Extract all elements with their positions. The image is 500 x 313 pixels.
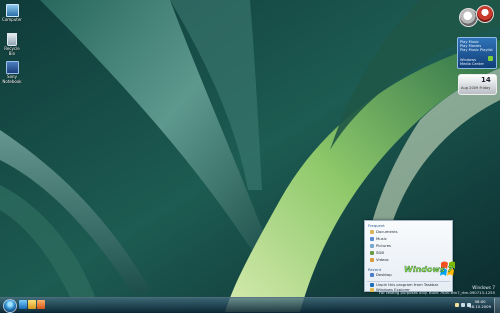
windows-build-watermark: Windows 7 For testing purposes only. Bui…: [379, 285, 495, 295]
build-details: For testing purposes only. Build 7600.wi…: [379, 289, 495, 295]
desktop-icon-recycle-bin[interactable]: Recycle Bin: [1, 33, 23, 56]
media-gadget-brand-sub: Media Center: [460, 62, 485, 66]
calendar-day: 14: [481, 76, 491, 84]
pictures-folder-icon: [370, 244, 374, 248]
media-center-gadget[interactable]: Play Music Play Movies Play Music Playli…: [457, 37, 497, 69]
jump-list-item-label: Documents: [376, 229, 398, 234]
calendar-gadget[interactable]: 14 Aug 2009 Friday: [458, 74, 497, 95]
jump-list-item-sdb[interactable]: SDB: [370, 250, 450, 256]
network-icon[interactable]: [461, 303, 465, 307]
svg-text:Windows 7: Windows 7: [404, 265, 453, 274]
desktop-icon-computer[interactable]: Computer: [1, 4, 23, 23]
jump-list-item-label: Music: [376, 236, 387, 241]
action-center-icon[interactable]: [455, 303, 459, 307]
jump-list-item-pictures[interactable]: Pictures: [370, 243, 450, 249]
jump-list-item-music[interactable]: Music: [370, 236, 450, 242]
recycle-bin-icon: [7, 33, 17, 46]
desktop-icon-label: Recycle Bin: [4, 46, 20, 56]
music-folder-icon: [370, 237, 374, 241]
people-gadget-icon[interactable]: [459, 8, 478, 27]
jump-list-item-label: Pictures: [376, 243, 392, 248]
ie-icon[interactable]: [19, 300, 27, 309]
taskbar-jump-list: Frequent Documents Music Pictures SDB Vi…: [364, 220, 453, 292]
jump-list-item-label: Videos: [376, 257, 389, 262]
contacts-gadget-icon[interactable]: [476, 5, 494, 23]
desktop-icon-label: Sony Notebook: [2, 74, 22, 84]
tray-date: 28.10.2009: [469, 303, 491, 309]
folder-icon: [370, 230, 374, 234]
folder-icon: [370, 251, 374, 255]
show-desktop-button[interactable]: [494, 298, 500, 313]
desktop-icon-label: Computer: [2, 17, 22, 22]
tray-clock[interactable]: 08:00 28.10.2009: [469, 299, 491, 309]
media-player-icon[interactable]: [37, 300, 45, 309]
start-orb-icon[interactable]: [3, 299, 17, 313]
jump-list-item-label: Desktop: [376, 272, 392, 277]
media-center-icon: [488, 56, 493, 61]
explorer-icon: [370, 288, 374, 292]
explorer-icon[interactable]: [28, 300, 36, 309]
calendar-subtitle: Aug 2009 Friday: [461, 86, 491, 90]
notebook-icon: [5, 61, 19, 74]
videos-folder-icon: [370, 258, 374, 262]
jump-list-frequent-header: Frequent: [368, 223, 385, 228]
system-tray: 08:00 28.10.2009: [434, 298, 500, 313]
computer-icon: [5, 4, 19, 17]
desktop-icon-sony-notebook[interactable]: Sony Notebook: [1, 61, 23, 84]
desktop-icon: [370, 273, 374, 277]
taskbar: 08:00 28.10.2009: [0, 297, 500, 313]
media-gadget-play-playlist[interactable]: Play Music Playlist: [460, 48, 493, 52]
jump-list-item-documents[interactable]: Documents: [370, 229, 450, 235]
windows-logo-watermark: Windows 7: [404, 261, 455, 276]
jump-list-item-label: SDB: [376, 250, 384, 255]
